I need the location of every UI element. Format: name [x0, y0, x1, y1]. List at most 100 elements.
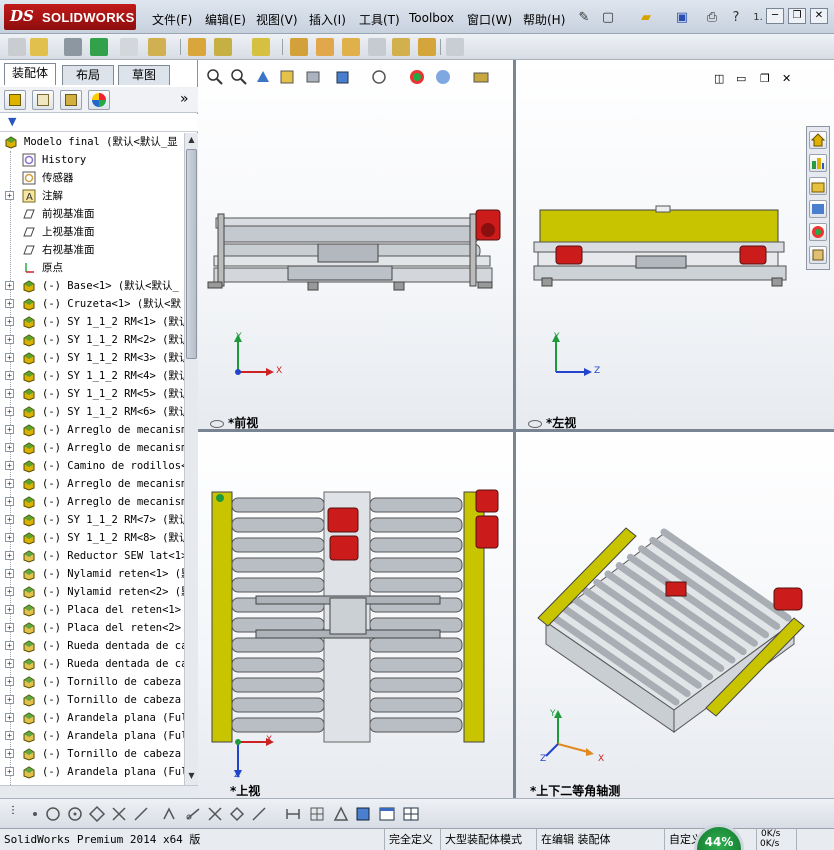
menu-tools[interactable]: 工具(T)	[359, 11, 400, 28]
tree-item[interactable]: 传感器	[0, 169, 184, 187]
tree-item[interactable]: + (-) SY 1_1_2 RM<4> (默认	[0, 367, 184, 385]
menu-window[interactable]: 窗口(W)	[467, 11, 512, 28]
appearances-icon[interactable]	[809, 223, 827, 241]
file-explorer-icon[interactable]	[809, 177, 827, 195]
zoom-to-area-icon[interactable]	[230, 68, 248, 86]
help-number[interactable]: 1.	[748, 7, 768, 27]
four-view-icon[interactable]	[402, 805, 420, 823]
tree-item[interactable]: 前视基准面	[0, 205, 184, 223]
tree-item[interactable]: + (-) SY 1_1_2 RM<8> (默认	[0, 529, 184, 547]
graphics-area[interactable]: Y X *前视 Y Z *左视 ◫ ▭ ❐ ✕ X Z *上视 Y X Z *上…	[198, 60, 834, 798]
tree-item[interactable]: 上视基准面	[0, 223, 184, 241]
tree-item[interactable]: + (-) Tornillo de cabeza	[0, 673, 184, 691]
tree-expand-icon[interactable]: +	[5, 389, 14, 398]
display-style-icon[interactable]	[370, 68, 388, 86]
viewport-minimize-icon[interactable]: ▭	[736, 72, 746, 85]
point-icon[interactable]	[26, 805, 44, 823]
save-icon[interactable]: ▣	[672, 7, 692, 27]
tree-item[interactable]: + (-) Camino de rodillos<	[0, 457, 184, 475]
filter-icon[interactable]: ▼	[8, 115, 16, 128]
menu-insert[interactable]: 插入(I)	[309, 11, 346, 28]
single-view-icon[interactable]	[378, 805, 396, 823]
offset-icon[interactable]	[184, 805, 202, 823]
view-orientation-icon[interactable]	[334, 68, 352, 86]
tree-item[interactable]: 右视基准面	[0, 241, 184, 259]
tree-expand-icon[interactable]: +	[5, 353, 14, 362]
tree-expand-icon[interactable]: +	[5, 299, 14, 308]
property-manager-icon[interactable]	[32, 90, 54, 110]
tree-expand-icon[interactable]: +	[5, 731, 14, 740]
tree-expand-icon[interactable]: +	[5, 551, 14, 560]
viewport-restore-icon[interactable]: ❐	[760, 72, 770, 85]
menu-toolbox[interactable]: Toolbox	[409, 11, 454, 25]
menu-edit[interactable]: 编辑(E)	[205, 11, 246, 28]
home-icon[interactable]	[809, 131, 827, 149]
tree-expand-icon[interactable]: +	[5, 641, 14, 650]
design-library-icon[interactable]	[809, 154, 827, 172]
viewport-isometric[interactable]: Y X Z *上下二等角轴测	[516, 432, 834, 798]
tree-item[interactable]: + (-) Cruzeta<1> (默认<默	[0, 295, 184, 313]
tree-item[interactable]: Modelo final (默认<默认_显	[0, 133, 184, 151]
tree-item[interactable]: + (-) Rueda dentada de ca	[0, 655, 184, 673]
menu-help[interactable]: 帮助(H)	[523, 11, 565, 28]
rotate-entities-icon[interactable]	[228, 805, 246, 823]
scroll-down-icon[interactable]: ▼	[186, 769, 197, 783]
tree-expand-icon[interactable]: +	[5, 659, 14, 668]
new-motion-study-icon[interactable]	[290, 38, 308, 56]
polygon-icon[interactable]	[66, 805, 84, 823]
move-entities-icon[interactable]	[206, 805, 224, 823]
viewport-layout-icon[interactable]: ◫	[714, 72, 724, 85]
viewport-close-icon[interactable]: ✕	[782, 72, 791, 85]
tree-expand-icon[interactable]: +	[5, 569, 14, 578]
tab-layout[interactable]: 布局	[62, 65, 114, 85]
tab-sketch[interactable]: 草图	[118, 65, 170, 85]
tree-expand-icon[interactable]: +	[5, 515, 14, 524]
tree-expand-icon[interactable]: +	[5, 497, 14, 506]
bill-of-materials-icon[interactable]	[316, 38, 334, 56]
apply-scene-icon[interactable]	[434, 68, 452, 86]
edit-appearance-icon[interactable]	[408, 68, 426, 86]
open-folder-icon[interactable]: ▰	[636, 7, 656, 27]
new-document-icon[interactable]: ▢	[598, 7, 618, 27]
tree-expand-icon[interactable]: +	[5, 713, 14, 722]
trim-icon[interactable]	[110, 805, 128, 823]
tree-expand-icon[interactable]: +	[5, 371, 14, 380]
display-manager-icon[interactable]	[88, 90, 110, 110]
show-hidden-icon[interactable]	[188, 38, 206, 56]
tree-expand-icon[interactable]: +	[5, 623, 14, 632]
reference-geometry-icon[interactable]	[252, 38, 270, 56]
clearance-verification-icon[interactable]	[418, 38, 436, 56]
window-close-button[interactable]: ✕	[810, 8, 828, 24]
menu-view[interactable]: 视图(V)	[256, 11, 298, 28]
grid-icon[interactable]	[308, 805, 326, 823]
tree-item[interactable]: + (-) SY 1_1_2 RM<3> (默认	[0, 349, 184, 367]
tree-item[interactable]: + (-) Tornillo de cabeza	[0, 745, 184, 763]
mirror-icon[interactable]	[160, 805, 178, 823]
tree-item[interactable]: + (-) Reductor SEW lat<1>	[0, 547, 184, 565]
line-icon[interactable]	[132, 805, 150, 823]
linear-pattern-icon[interactable]	[90, 38, 108, 56]
tree-item[interactable]: + (-) Arandela plana (Ful	[0, 727, 184, 745]
viewport-left[interactable]: Y Z *左视 ◫ ▭ ❐ ✕	[516, 60, 834, 429]
smart-fasteners-icon[interactable]	[120, 38, 138, 56]
window-restore-button[interactable]: ❐	[788, 8, 806, 24]
tree-item[interactable]: + (-) SY 1_1_2 RM<2> (默认	[0, 331, 184, 349]
tree-item[interactable]: + (-) Nylamid reten<2> (默	[0, 583, 184, 601]
view-settings-icon[interactable]	[472, 68, 490, 86]
tree-expand-icon[interactable]: +	[5, 335, 14, 344]
tree-item[interactable]: + A 注解	[0, 187, 184, 205]
tree-expand-icon[interactable]: +	[5, 533, 14, 542]
tree-item[interactable]: + (-) Placa del reten<1>	[0, 601, 184, 619]
triangle-icon[interactable]	[332, 805, 350, 823]
tree-expand-icon[interactable]: +	[5, 317, 14, 326]
configuration-manager-icon[interactable]	[60, 90, 82, 110]
tree-horizontal-scrollbar[interactable]	[0, 785, 198, 798]
print-icon[interactable]: ⎙	[702, 7, 722, 27]
tree-item[interactable]: 原点	[0, 259, 184, 277]
dynamic-annotation-icon[interactable]	[304, 68, 322, 86]
tree-item[interactable]: + (-) Tornillo de cabeza	[0, 691, 184, 709]
solidworks-logo[interactable]: DS SOLIDWORKS	[4, 4, 136, 30]
tree-expand-icon[interactable]: +	[5, 749, 14, 758]
tree-item[interactable]: + (-) Arreglo de mecanism	[0, 475, 184, 493]
linear-sketch-pattern-icon[interactable]	[250, 805, 268, 823]
